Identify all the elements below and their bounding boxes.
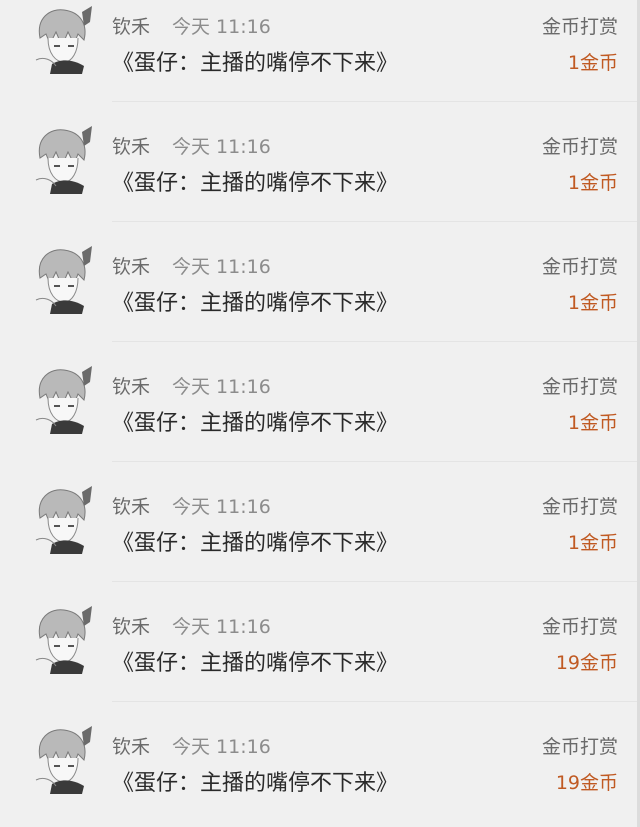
- username[interactable]: 钦禾: [112, 612, 150, 639]
- reward-type-label: 金币打赏: [541, 256, 618, 278]
- user-avatar[interactable]: [26, 364, 96, 434]
- username[interactable]: 钦禾: [112, 372, 150, 399]
- row-divider: [112, 101, 640, 102]
- reward-type-label: 金币打赏: [541, 496, 618, 518]
- timestamp: 今天 11:16: [172, 736, 271, 758]
- reward-record-row[interactable]: 钦禾 今天 11:16 《蛋仔：主播的嘴停不下来》 金币打赏 19金币: [0, 720, 640, 827]
- reward-type-label: 金币打赏: [541, 376, 618, 398]
- reward-amount: 19金币: [555, 652, 618, 674]
- reward-amount: 1金币: [567, 532, 618, 554]
- username[interactable]: 钦禾: [112, 732, 150, 759]
- user-avatar[interactable]: [26, 604, 96, 674]
- video-title[interactable]: 《蛋仔：主播的嘴停不下来》: [112, 165, 398, 197]
- reward-type-label: 金币打赏: [541, 16, 618, 38]
- anime-character-avatar-icon: [35, 246, 92, 314]
- row-divider: [112, 701, 640, 702]
- timestamp: 今天 11:16: [172, 616, 271, 638]
- anime-character-avatar-icon: [35, 486, 92, 554]
- reward-record-row[interactable]: 钦禾 今天 11:16 《蛋仔：主播的嘴停不下来》 金币打赏 1金币: [0, 480, 640, 600]
- reward-record-row[interactable]: 钦禾 今天 11:16 《蛋仔：主播的嘴停不下来》 金币打赏 1金币: [0, 0, 640, 120]
- user-avatar[interactable]: [26, 484, 96, 554]
- anime-character-avatar-icon: [35, 606, 92, 674]
- row-divider: [112, 341, 640, 342]
- user-avatar[interactable]: [26, 124, 96, 194]
- video-title[interactable]: 《蛋仔：主播的嘴停不下来》: [112, 765, 398, 797]
- user-avatar[interactable]: [26, 724, 96, 794]
- row-divider: [112, 581, 640, 582]
- user-avatar[interactable]: [26, 4, 96, 74]
- timestamp: 今天 11:16: [172, 136, 271, 158]
- reward-amount: 1金币: [567, 292, 618, 314]
- video-title[interactable]: 《蛋仔：主播的嘴停不下来》: [112, 525, 398, 557]
- row-divider: [112, 461, 640, 462]
- anime-character-avatar-icon: [35, 126, 92, 194]
- username[interactable]: 钦禾: [112, 492, 150, 519]
- reward-type-label: 金币打赏: [541, 616, 618, 638]
- reward-amount: 19金币: [555, 772, 618, 794]
- reward-record-row[interactable]: 钦禾 今天 11:16 《蛋仔：主播的嘴停不下来》 金币打赏 1金币: [0, 240, 640, 360]
- video-title[interactable]: 《蛋仔：主播的嘴停不下来》: [112, 405, 398, 437]
- username[interactable]: 钦禾: [112, 12, 150, 39]
- reward-type-label: 金币打赏: [541, 136, 618, 158]
- timestamp: 今天 11:16: [172, 496, 271, 518]
- row-divider: [112, 221, 640, 222]
- reward-record-row[interactable]: 钦禾 今天 11:16 《蛋仔：主播的嘴停不下来》 金币打赏 1金币: [0, 360, 640, 480]
- timestamp: 今天 11:16: [172, 376, 271, 398]
- video-title[interactable]: 《蛋仔：主播的嘴停不下来》: [112, 285, 398, 317]
- timestamp: 今天 11:16: [172, 16, 271, 38]
- anime-character-avatar-icon: [35, 6, 92, 74]
- video-title[interactable]: 《蛋仔：主播的嘴停不下来》: [112, 45, 398, 77]
- reward-record-row[interactable]: 钦禾 今天 11:16 《蛋仔：主播的嘴停不下来》 金币打赏 1金币: [0, 120, 640, 240]
- reward-record-row[interactable]: 钦禾 今天 11:16 《蛋仔：主播的嘴停不下来》 金币打赏 19金币: [0, 600, 640, 720]
- timestamp: 今天 11:16: [172, 256, 271, 278]
- anime-character-avatar-icon: [35, 366, 92, 434]
- anime-character-avatar-icon: [35, 726, 92, 794]
- reward-record-list: 钦禾 今天 11:16 《蛋仔：主播的嘴停不下来》 金币打赏 1金币 钦禾 今天…: [0, 0, 640, 827]
- reward-amount: 1金币: [567, 412, 618, 434]
- user-avatar[interactable]: [26, 244, 96, 314]
- reward-amount: 1金币: [567, 52, 618, 74]
- username[interactable]: 钦禾: [112, 252, 150, 279]
- reward-type-label: 金币打赏: [541, 736, 618, 758]
- username[interactable]: 钦禾: [112, 132, 150, 159]
- video-title[interactable]: 《蛋仔：主播的嘴停不下来》: [112, 645, 398, 677]
- reward-amount: 1金币: [567, 172, 618, 194]
